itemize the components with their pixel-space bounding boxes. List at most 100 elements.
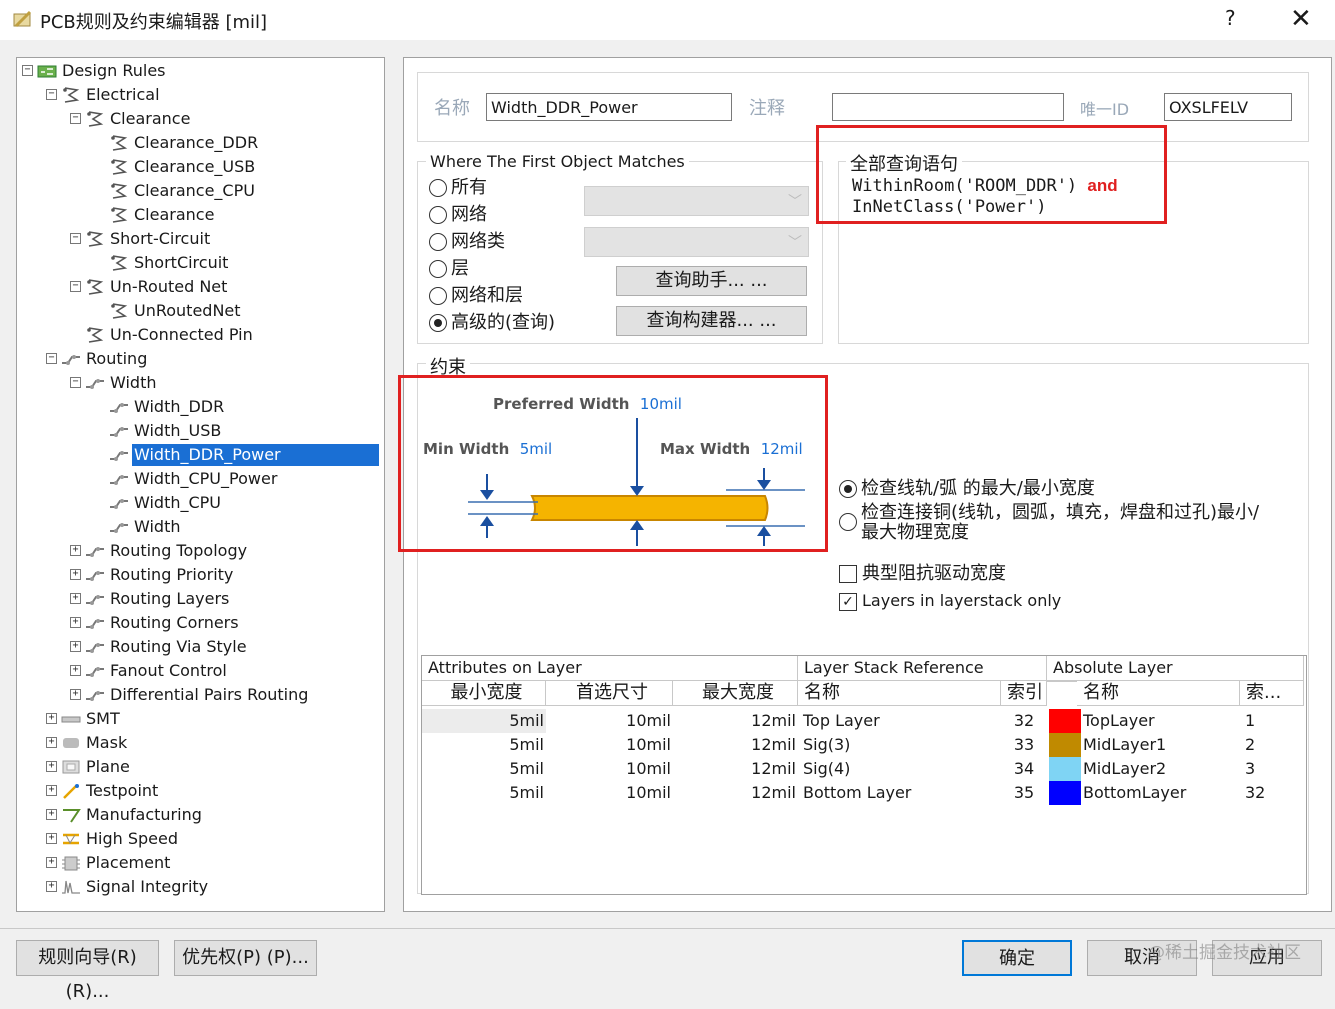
col-preferred[interactable]: 首选尺寸 [546,681,673,706]
expand-icon[interactable]: + [46,833,57,844]
collapse-icon[interactable]: − [70,281,81,292]
cell-abs-index[interactable]: 1 [1245,709,1304,733]
expand-icon[interactable]: + [70,665,81,676]
cell-max-width[interactable]: 12mil [673,709,798,733]
collapse-icon[interactable]: − [70,113,81,124]
name-field[interactable]: Width_DDR_Power [486,93,732,121]
tree-item[interactable]: + Fanout Control [70,659,229,681]
col-min-width[interactable]: 最小宽度 [422,681,546,706]
impedance-width-checkbox[interactable]: 典型阻抗驱动宽度 [839,559,1006,585]
tree-item[interactable]: Clearance_USB [94,155,257,177]
cell-max-width[interactable]: 12mil [673,781,798,805]
tree-item[interactable]: + Routing Corners [70,611,241,633]
cell-layer-name[interactable]: Bottom Layer [803,781,1001,805]
tree-item[interactable]: + Routing Topology [70,539,249,561]
expand-icon[interactable]: + [46,761,57,772]
tree-item[interactable]: − Clearance [70,107,192,129]
tree-item[interactable]: + SMT [46,707,122,729]
cell-min-width[interactable]: 5mil [422,733,546,757]
tree-item[interactable]: + Plane [46,755,132,777]
cell-min-width[interactable]: 5mil [422,781,546,805]
tree-item[interactable]: + Routing Layers [70,587,231,609]
cell-preferred[interactable]: 10mil [546,709,673,733]
expand-icon[interactable]: + [46,785,57,796]
match-option-radio[interactable]: 所有 [429,177,487,199]
cell-min-width[interactable]: 5mil [422,709,546,733]
col-layer-name[interactable]: 名称 [798,681,1001,706]
tree-item[interactable]: Un-Connected Pin [70,323,255,345]
tree-item[interactable]: − Electrical [46,83,162,105]
tree-item[interactable]: + Differential Pairs Routing [70,683,310,705]
match-option-radio[interactable]: 网络类 [429,231,505,253]
expand-icon[interactable]: + [46,713,57,724]
tree-item[interactable]: + Testpoint [46,779,160,801]
expand-icon[interactable]: + [70,545,81,556]
tree-item[interactable]: − Design Rules [22,59,168,81]
cell-abs-index[interactable]: 2 [1245,733,1304,757]
col-layer-index[interactable]: 索引 [1001,681,1047,706]
tree-item[interactable]: Clearance_DDR [94,131,260,153]
tree-item[interactable]: Width_CPU_Power [94,467,279,489]
tree-item[interactable]: − Routing [46,347,149,369]
layerstack-only-checkbox[interactable]: ✓ Layers in layerstack only [839,591,1061,611]
check-track-width-radio[interactable]: 检查线轨/弧 的最大/最小宽度 [839,478,1095,500]
cell-abs-name[interactable]: MidLayer1 [1083,733,1240,757]
tree-item[interactable]: UnRoutedNet [94,299,243,321]
comment-field[interactable] [832,93,1064,121]
col-max-width[interactable]: 最大宽度 [673,681,798,706]
tree-item[interactable]: − Un-Routed Net [70,275,229,297]
close-icon[interactable]: ✕ [1290,4,1312,34]
cell-max-width[interactable]: 12mil [673,757,798,781]
tree-item[interactable]: Clearance_CPU [94,179,257,201]
expand-icon[interactable]: + [46,737,57,748]
tree-item[interactable]: ShortCircuit [94,251,230,273]
match-option-radio[interactable]: 高级的(查询) [429,312,555,334]
expand-icon[interactable]: + [70,641,81,652]
tree-item[interactable]: + Mask [46,731,129,753]
cell-abs-name[interactable]: BottomLayer [1083,781,1240,805]
tree-item[interactable]: + Manufacturing [46,803,204,825]
ok-button[interactable]: 确定 [962,940,1072,976]
collapse-icon[interactable]: − [46,89,57,100]
tree-item[interactable]: + Routing Priority [70,563,235,585]
tree-item[interactable]: + High Speed [46,827,180,849]
expand-icon[interactable]: + [70,593,81,604]
tree-item[interactable]: Clearance [94,203,216,225]
expand-icon[interactable]: + [46,881,57,892]
collapse-icon[interactable]: − [46,353,57,364]
cell-layer-index[interactable]: 33 [1001,733,1047,757]
cell-abs-index[interactable]: 32 [1245,781,1304,805]
netclass-combo[interactable]: ﹀ [584,227,809,257]
cell-layer-name[interactable]: Sig(4) [803,757,1001,781]
help-button[interactable]: ? [1225,6,1236,30]
col-abs-name[interactable]: 名称 [1077,681,1240,706]
tree-item[interactable]: Width_USB [94,419,223,441]
priority-button[interactable]: 优先权(P) (P)... [174,940,317,976]
cell-abs-name[interactable]: TopLayer [1083,709,1240,733]
match-option-radio[interactable]: 网络 [429,204,487,226]
tree-item[interactable]: − Short-Circuit [70,227,212,249]
cell-min-width[interactable]: 5mil [422,757,546,781]
query-helper-button[interactable]: 查询助手... ... [616,266,807,296]
collapse-icon[interactable]: − [70,233,81,244]
tree-item[interactable]: Width_DDR_Power [94,443,379,466]
tree-item[interactable]: + Placement [46,851,172,873]
cell-layer-name[interactable]: Sig(3) [803,733,1001,757]
cell-max-width[interactable]: 12mil [673,733,798,757]
col-abs-index[interactable]: 索... [1240,681,1304,706]
net-combo[interactable]: ﹀ [584,186,809,216]
expand-icon[interactable]: + [70,689,81,700]
cell-abs-index[interactable]: 3 [1245,757,1304,781]
rule-wizard-button[interactable]: 规则向导(R) (R)... [16,940,159,1002]
check-copper-width-radio[interactable]: 检查连接铜(线轨，圆弧，填充，焊盘和过孔)最小/最大物理宽度 [839,503,1269,543]
tree-item[interactable]: + Signal Integrity [46,875,210,897]
tree-item[interactable]: Width_CPU [94,491,223,513]
tree-item[interactable]: − Width [70,371,158,393]
expand-icon[interactable]: + [70,617,81,628]
collapse-icon[interactable]: − [70,377,81,388]
cell-abs-name[interactable]: MidLayer2 [1083,757,1240,781]
tree-item[interactable]: + Routing Via Style [70,635,249,657]
cell-layer-index[interactable]: 32 [1001,709,1047,733]
query-builder-button[interactable]: 查询构建器... ... [616,306,807,336]
expand-icon[interactable]: + [46,857,57,868]
